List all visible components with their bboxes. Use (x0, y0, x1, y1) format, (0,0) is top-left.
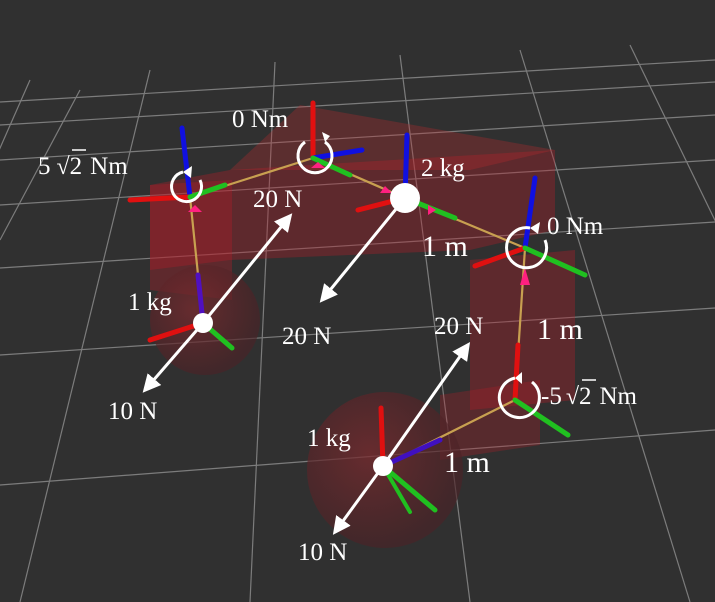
mass-point-center (390, 183, 420, 213)
length-label-bottom: 1 m (444, 446, 490, 479)
mass-label-bottom: 1 kg (307, 425, 351, 452)
rviz-3d-viewport[interactable]: 5 √2 Nm 0 Nm 0 Nm -5 √2 Nm 2 kg 1 kg 1 kg 20… (0, 0, 715, 602)
force-label-left-down: 10 N (108, 398, 157, 425)
torque-label-right: 0 Nm (547, 213, 604, 240)
force-label-bottom-down: 10 N (298, 539, 347, 566)
torque-label-bottom-right: -5 √2 Nm (541, 383, 638, 410)
force-label-mid-right: 20 N (434, 313, 483, 340)
force-label-center: 20 N (282, 323, 331, 350)
mass-point-left (193, 313, 213, 333)
mass-label-left: 1 kg (128, 289, 172, 316)
length-label-top-right: 1 m (422, 230, 468, 263)
force-label-top-left: 20 N (253, 186, 302, 213)
torque-label-top: 0 Nm (232, 106, 289, 133)
scene-canvas: 5 √2 Nm 0 Nm 0 Nm -5 √2 Nm 2 kg 1 kg 1 kg 20… (0, 44, 715, 602)
mass-point-bottom (373, 456, 393, 476)
robot-body-volumes (150, 105, 575, 548)
length-label-right: 1 m (537, 313, 583, 346)
mass-label-center: 2 kg (421, 155, 465, 182)
